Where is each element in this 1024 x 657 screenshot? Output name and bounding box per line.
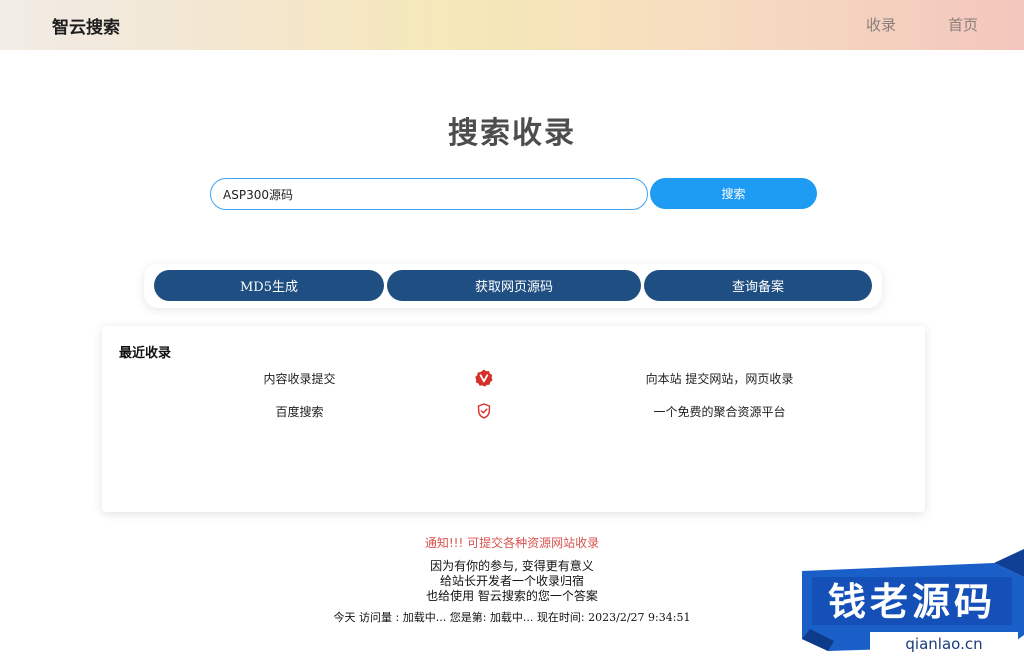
recent-row[interactable]: 内容收录提交 向本站 提交网站，网页收录: [102, 368, 925, 388]
brand-logo-text[interactable]: 智云搜索: [52, 13, 120, 38]
visitor-rank-label: 您是第:: [449, 611, 487, 624]
v-badge-icon: [474, 368, 494, 388]
get-page-source-button[interactable]: 获取网页源码: [387, 270, 641, 301]
md5-generate-button[interactable]: MD5生成: [154, 270, 384, 301]
watermark-logo: 钱老源码 qianlao.cn: [798, 549, 1024, 657]
today-visits-value: 加载中...: [402, 611, 447, 624]
recent-row-name[interactable]: 百度搜索: [212, 403, 387, 420]
watermark-url: qianlao.cn: [905, 635, 982, 653]
tools-panel: MD5生成 获取网页源码 查询备案: [144, 264, 882, 308]
search-button[interactable]: 搜索: [650, 178, 817, 209]
recent-row-desc: 向本站 提交网站，网页收录: [645, 372, 794, 386]
today-visits-label: 今天 访问量 :: [333, 611, 400, 624]
top-bar: 智云搜索 收录 首页: [0, 0, 1024, 50]
nav-link-home[interactable]: 首页: [948, 14, 978, 35]
recent-row[interactable]: 百度搜索 一个免费的聚合资源平台: [102, 401, 925, 421]
nav-link-shoulu[interactable]: 收录: [866, 14, 896, 35]
recent-title: 最近收录: [119, 346, 172, 361]
recent-panel: 最近收录 内容收录提交 向本站 提交网站，网页收录 百度搜索 一个免费的聚合资源…: [102, 326, 925, 512]
search-input[interactable]: [210, 178, 648, 210]
shield-check-icon: [474, 401, 494, 421]
current-time-label: 现在时间:: [536, 611, 585, 624]
watermark-title: 钱老源码: [828, 580, 996, 624]
recent-row-name[interactable]: 内容收录提交: [212, 370, 387, 387]
visitor-rank-value: 加载中...: [489, 611, 534, 624]
query-icp-button[interactable]: 查询备案: [644, 270, 872, 301]
recent-row-desc: 一个免费的聚合资源平台: [653, 405, 786, 419]
current-time-value: 2023/2/27 9:34:51: [588, 611, 691, 624]
page-title: 搜索收录: [448, 116, 576, 151]
